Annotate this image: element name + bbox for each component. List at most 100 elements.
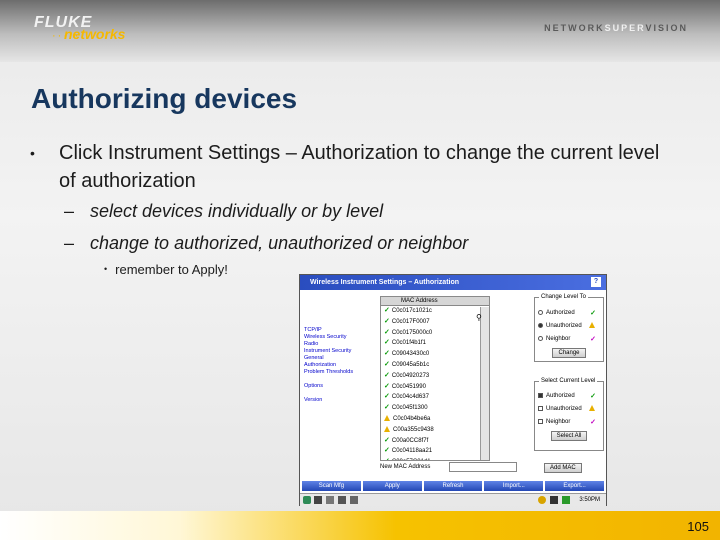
change-level-legend: Change Level To — [539, 294, 588, 300]
nav-radio[interactable]: Radio — [304, 341, 374, 348]
mac-list-row[interactable]: ✓ C09045a5b1c — [381, 360, 489, 371]
new-mac-label: New MAC Address — [380, 464, 431, 470]
toolbar-refresh-button[interactable]: Refresh — [423, 481, 483, 491]
radio-neighbor[interactable]: Neighbor ✓ — [538, 333, 600, 346]
nav-options[interactable]: Options — [304, 383, 374, 390]
signal-icon — [550, 496, 558, 504]
toolbar-scan-button[interactable]: Scan Mfg — [302, 481, 361, 491]
neighbor-check-icon: ✓ — [590, 336, 596, 343]
mac-list-row[interactable]: ✓ C00a0CC8f7f — [381, 436, 489, 447]
mac-address-list[interactable]: MAC Address ✓ C0c017c1021c ✓ C0c017F0007 ✓ C0… — [380, 296, 490, 461]
slide: FLUKE ····· networks NETWORKSUPERVISION … — [0, 0, 720, 540]
authorized-check-icon: ✓ — [384, 328, 390, 336]
neighbor-check-icon-2: ✓ — [590, 419, 596, 426]
authorized-check-icon: ✓ — [384, 350, 390, 358]
authorized-check-icon-2: ✓ — [590, 393, 596, 400]
change-level-group: Change Level To Authorized ✓ Unauthorized… — [534, 294, 604, 362]
add-mac-button[interactable]: Add MAC — [544, 463, 582, 473]
toolbar-export-button[interactable]: Export... — [545, 481, 604, 491]
clock-time: 3:50PM — [579, 497, 600, 503]
status-bar: 3:50PM — [300, 493, 606, 506]
bottom-toolbar: Scan Mfg Apply Refresh Import... Export.… — [302, 481, 604, 491]
new-mac-input[interactable] — [449, 462, 517, 472]
start-icon[interactable] — [303, 496, 311, 504]
authorized-check-icon: ✓ — [384, 436, 390, 444]
authorized-check-icon: ✓ — [384, 404, 390, 412]
mac-address-value: C0c017c1021c — [391, 308, 432, 314]
magnifier-icon[interactable]: ⚲ — [476, 313, 482, 322]
footer-band: 105 — [0, 511, 720, 540]
help-icon[interactable]: ? — [591, 277, 601, 287]
mac-address-value: C0c045f1300 — [391, 405, 428, 412]
folder-icon[interactable] — [326, 496, 334, 504]
authorized-check-icon: ✓ — [384, 339, 390, 347]
mac-address-value: C0c04118aa21 — [391, 448, 433, 455]
nav-authorization[interactable]: Authorization — [304, 362, 374, 369]
mac-address-value: C09043430c0 — [391, 351, 430, 358]
mac-list-row[interactable]: ✓ C0c045f1300 — [381, 403, 489, 414]
authorized-check-icon: ✓ — [384, 360, 390, 368]
checkbox-neighbor[interactable]: Neighbor ✓ — [538, 416, 600, 429]
unauthorized-warning-icon-2 — [589, 405, 595, 411]
battery-icon — [562, 496, 570, 504]
sub-sub-bullet: • remember to Apply! — [104, 262, 228, 277]
tools-icon[interactable] — [350, 496, 358, 504]
window-title-bar: Wireless Instrument Settings – Authoriza… — [300, 275, 606, 290]
toolbar-import-button[interactable]: Import... — [484, 481, 544, 491]
nav-version[interactable]: Version — [304, 397, 374, 404]
mac-list-row[interactable]: C0c04b4be6a — [381, 414, 489, 425]
print-icon[interactable] — [338, 496, 346, 504]
mac-list-row[interactable]: ✓ C0c017c1021c — [381, 306, 489, 317]
mac-address-value: C0c017F0007 — [391, 318, 430, 325]
radio-unauthorized[interactable]: Unauthorized — [538, 320, 600, 333]
mac-list-row[interactable]: ✓ C0c017F0007 — [381, 317, 489, 328]
sub-bullet-1: – select devices individually or by level — [64, 201, 384, 221]
mac-list-row[interactable]: ✓ C0c0175000c0 — [381, 328, 489, 339]
authorized-check-icon: ✓ — [384, 371, 390, 379]
mac-list-row[interactable]: C00a355c9438 — [381, 425, 489, 436]
select-all-button[interactable]: Select All — [550, 431, 588, 441]
mac-list-row[interactable]: ✓ C09043430c0 — [381, 349, 489, 360]
mac-address-value: C0c0451990 — [391, 383, 426, 390]
fluke-networks-logo: FLUKE ····· networks — [34, 14, 125, 42]
mac-address-value: C0c0175000c0 — [391, 329, 433, 336]
mac-list-row[interactable]: ✓C00a57C01d1 — [381, 457, 489, 460]
authorized-check-icon: ✓ — [384, 458, 390, 460]
unauthorized-warning-icon — [384, 414, 390, 421]
select-level-legend: Select Current Level — [539, 378, 598, 384]
mac-address-value: C00a355c9438 — [393, 426, 434, 433]
authorized-check-icon: ✓ — [384, 307, 390, 314]
mac-list-row[interactable]: ✓ C0c04118aa21 — [381, 446, 489, 457]
mac-list-row[interactable]: ✓ C0c04920273 — [381, 371, 489, 382]
nav-tcpip[interactable]: TCP/IP — [304, 327, 374, 334]
nav-problem-thresholds[interactable]: Problem Thresholds — [304, 369, 374, 376]
nav-wireless-security[interactable]: Wireless Security — [304, 334, 374, 341]
authorized-check-icon: ✓ — [384, 317, 390, 325]
mac-address-value: C0c01f4b1f1 — [391, 340, 426, 347]
radio-authorized[interactable]: Authorized ✓ — [538, 307, 600, 320]
checkbox-unauthorized[interactable]: Unauthorized — [538, 403, 600, 416]
change-button[interactable]: Change — [552, 348, 586, 358]
list-scrollbar[interactable] — [480, 307, 489, 460]
authorized-check-icon: ✓ — [590, 310, 596, 317]
mac-address-value: C0c04b4be6a — [393, 415, 431, 422]
mac-address-header[interactable]: MAC Address — [381, 297, 489, 306]
mac-address-value: C09045a5b1c — [391, 361, 430, 368]
mac-list-row[interactable]: ✓ C0c04c4d637 — [381, 392, 489, 403]
logo-networks-text: networks — [64, 26, 126, 42]
window-title: Wireless Instrument Settings – Authoriza… — [310, 279, 460, 286]
authorization-window: Wireless Instrument Settings – Authoriza… — [299, 274, 607, 506]
checkbox-authorized[interactable]: Authorized ✓ — [538, 390, 600, 403]
camera-icon[interactable] — [314, 496, 322, 504]
slide-title: Authorizing devices — [31, 83, 298, 114]
mac-address-value: C00a0CC8f7f — [391, 437, 429, 444]
toolbar-apply-button[interactable]: Apply — [362, 481, 422, 491]
unauthorized-warning-icon — [589, 322, 595, 328]
nav-instrument-security[interactable]: Instrument Security — [304, 348, 374, 355]
bullet-main: • Click Instrument Settings – Authorizat… — [30, 139, 670, 195]
nav-general[interactable]: General — [304, 355, 374, 362]
page-number: 105 — [687, 519, 709, 534]
mac-list-row[interactable]: ✓ C0c0451990 — [381, 382, 489, 393]
mac-list-row[interactable]: ✓ C0c01f4b1f1 — [381, 338, 489, 349]
authorized-check-icon: ✓ — [384, 393, 390, 401]
